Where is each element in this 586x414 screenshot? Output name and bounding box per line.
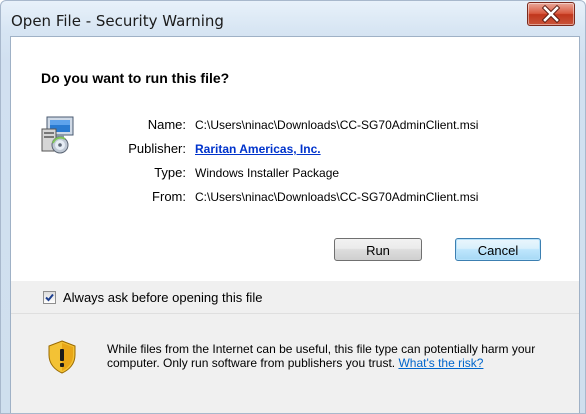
name-value: C:\Users\ninac\Downloads\CC-SG70AdminCli… xyxy=(195,118,479,132)
shield-warning-icon xyxy=(48,340,76,374)
cancel-button[interactable]: Cancel xyxy=(455,238,541,261)
run-button[interactable]: Run xyxy=(334,238,422,261)
from-value: C:\Users\ninac\Downloads\CC-SG70AdminCli… xyxy=(195,190,479,204)
info-row-name: Name: C:\Users\ninac\Downloads\CC-SG70Ad… xyxy=(11,117,579,137)
type-value: Windows Installer Package xyxy=(195,166,340,180)
name-label: Name: xyxy=(147,117,186,132)
title-bar[interactable]: Open File - Security Warning xyxy=(1,1,585,31)
type-label: Type: xyxy=(154,165,186,180)
whats-the-risk-link[interactable]: What's the risk? xyxy=(398,356,483,370)
dialog-content: Do you want to run this file? Name: C:\U… xyxy=(10,36,580,413)
security-warning-dialog: Open File - Security Warning Do you want… xyxy=(0,0,586,414)
info-row-type: Type: Windows Installer Package xyxy=(11,165,579,185)
info-row-publisher: Publisher: Raritan Americas, Inc. xyxy=(11,141,579,161)
checkmark-icon xyxy=(45,293,54,302)
publisher-link[interactable]: Raritan Americas, Inc. xyxy=(195,142,321,156)
info-row-from: From: C:\Users\ninac\Downloads\CC-SG70Ad… xyxy=(11,189,579,209)
always-ask-checkbox[interactable] xyxy=(43,291,56,304)
dialog-heading: Do you want to run this file? xyxy=(41,70,230,86)
window-title: Open File - Security Warning xyxy=(11,12,224,30)
warning-message: While files from the Internet can be use… xyxy=(107,342,569,370)
close-button[interactable] xyxy=(527,2,575,26)
divider xyxy=(11,313,579,314)
always-ask-label[interactable]: Always ask before opening this file xyxy=(63,290,262,305)
publisher-label: Publisher: xyxy=(128,141,186,156)
from-label: From: xyxy=(152,189,186,204)
close-icon xyxy=(541,4,561,24)
